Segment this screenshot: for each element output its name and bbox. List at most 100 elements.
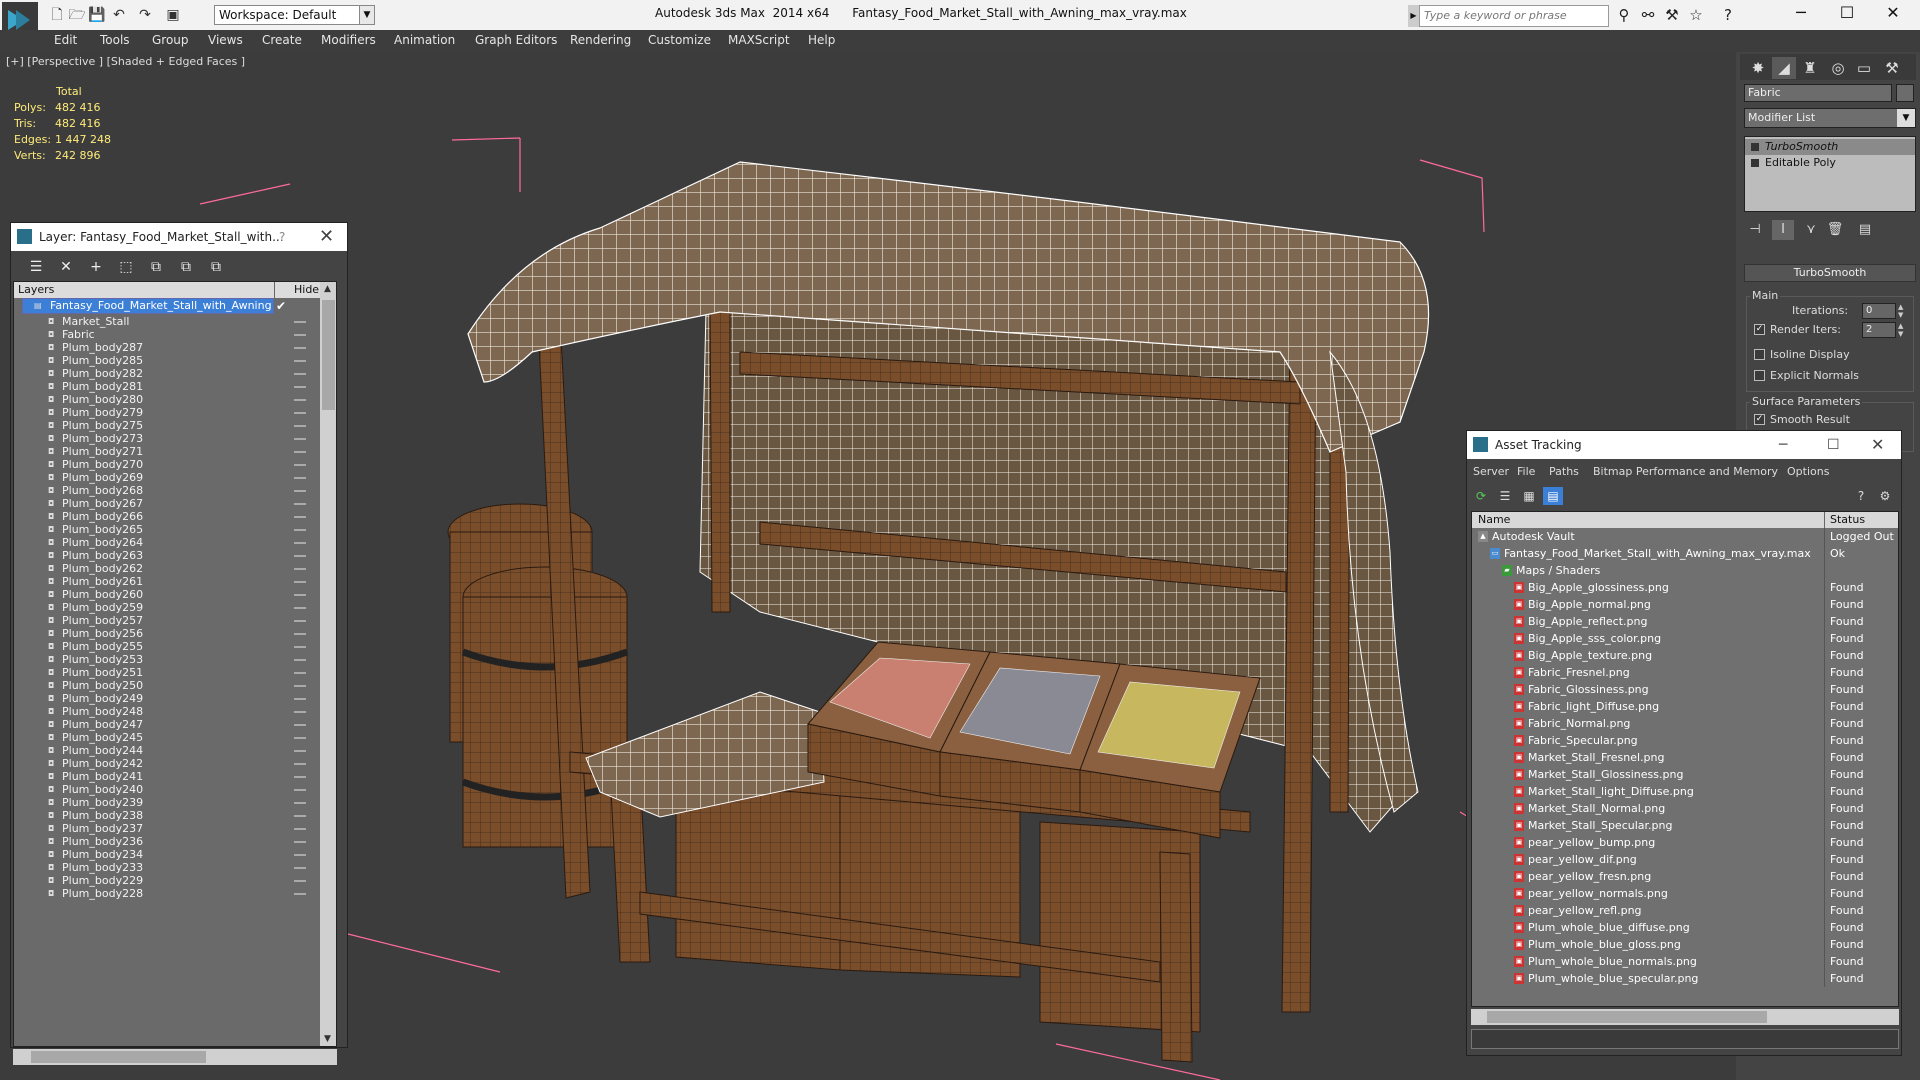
menu-paths[interactable]: Paths [1549, 465, 1579, 478]
menu-edit[interactable]: Edit [54, 33, 77, 47]
layers-column-header[interactable]: Layers [18, 282, 54, 298]
asset-row[interactable]: ▣ pear_yellow_dif.png Found [1472, 851, 1898, 868]
hide-toggle[interactable] [294, 646, 306, 648]
hide-toggle[interactable] [294, 451, 306, 453]
help-icon[interactable]: ? [1718, 6, 1738, 24]
bulb-icon[interactable] [1751, 143, 1759, 151]
asset-row[interactable]: ▭ Fantasy_Food_Market_Stall_with_Awning_m… [1472, 545, 1898, 562]
hide-toggle[interactable] [294, 386, 306, 388]
hide-toggle[interactable] [294, 360, 306, 362]
help-icon[interactable]: ? [279, 223, 285, 251]
object-color-swatch[interactable] [1896, 84, 1914, 102]
redo-icon[interactable]: ↷ [136, 6, 154, 24]
help-icon[interactable]: ? [1851, 487, 1871, 505]
spinner-arrows-icon[interactable]: ▲ ▼ [1898, 303, 1906, 319]
hide-toggle[interactable] [294, 685, 306, 687]
explicit-normals-checkbox[interactable] [1754, 370, 1765, 381]
hide-toggle[interactable] [294, 594, 306, 596]
hide-toggle[interactable] [294, 750, 306, 752]
project-folder-icon[interactable]: ▣ [164, 6, 182, 24]
hide-column-header[interactable]: Hide [294, 282, 319, 298]
hide-toggle[interactable] [294, 464, 306, 466]
spinner-arrows-icon[interactable]: ▲ ▼ [1898, 322, 1906, 338]
asset-row[interactable]: ▣ pear_yellow_fresn.png Found [1472, 868, 1898, 885]
stack-item-editable-poly[interactable]: Editable Poly [1745, 155, 1915, 171]
display-tab-icon[interactable]: ▭ [1852, 57, 1876, 79]
hide-toggle[interactable] [294, 672, 306, 674]
hide-toggle[interactable] [294, 334, 306, 336]
asset-row[interactable]: ▣ Plum_whole_blue_gloss.png Found [1472, 936, 1898, 953]
hide-toggle[interactable] [294, 477, 306, 479]
hide-toggle[interactable] [294, 490, 306, 492]
remove-modifier-icon[interactable]: 🗑 [1824, 220, 1846, 240]
layer-list-hscrollbar[interactable] [13, 1049, 337, 1065]
menu-help[interactable]: Help [808, 33, 835, 47]
render-iters-spinner[interactable]: 2 [1862, 322, 1896, 338]
subscription-icon[interactable]: ⚯ [1638, 6, 1658, 24]
asset-row[interactable]: ▣ Market_Stall_Glossiness.png Found [1472, 766, 1898, 783]
asset-tracking-titlebar[interactable]: Asset Tracking ─ ☐ ✕ [1467, 431, 1901, 459]
asset-row[interactable]: ▣ Fabric_Specular.png Found [1472, 732, 1898, 749]
menu-graph-editors[interactable]: Graph Editors [475, 33, 557, 47]
new-file-icon[interactable]: 🗋 [48, 6, 66, 24]
maximize-icon[interactable]: ☐ [1827, 431, 1840, 459]
make-unique-icon[interactable]: ⋎ [1800, 220, 1822, 240]
hide-toggle[interactable] [294, 763, 306, 765]
asset-row[interactable]: ▣ Market_Stall_Fresnel.png Found [1472, 749, 1898, 766]
hierarchy-tab-icon[interactable]: ♜ [1798, 57, 1822, 79]
hide-toggle[interactable] [294, 828, 306, 830]
search-input[interactable]: Type a keyword or phrase [1419, 5, 1609, 27]
hide-toggle[interactable] [294, 776, 306, 778]
communication-icon[interactable]: ⚒ [1662, 6, 1682, 24]
hide-toggle[interactable] [294, 347, 306, 349]
hide-toggle[interactable] [294, 529, 306, 531]
asset-row[interactable]: ▣ Plum_whole_blue_specular.png Found [1472, 970, 1898, 987]
refresh-icon[interactable]: ⟳ [1471, 487, 1491, 505]
render-iters-checkbox[interactable]: ✓ [1754, 324, 1765, 335]
asset-row[interactable]: ▣ Big_Apple_reflect.png Found [1472, 613, 1898, 630]
hide-toggle[interactable] [294, 867, 306, 869]
asset-row[interactable]: ▣ Big_Apple_glossiness.png Found [1472, 579, 1898, 596]
favorites-star-icon[interactable]: ☆ [1686, 6, 1706, 24]
layer-properties-icon[interactable]: ⧉ [205, 257, 227, 277]
menu-group[interactable]: Group [152, 33, 189, 47]
hide-toggle[interactable] [294, 880, 306, 882]
asset-row[interactable]: ▣ pear_yellow_refl.png Found [1472, 902, 1898, 919]
hide-toggle[interactable] [294, 425, 306, 427]
utilities-tab-icon[interactable]: ⚒ [1880, 57, 1904, 79]
menu-maxscript[interactable]: MAXScript [728, 33, 790, 47]
menu-animation[interactable]: Animation [394, 33, 455, 47]
search-expand-icon[interactable]: ▶ [1408, 5, 1419, 27]
chevron-down-icon[interactable]: ▼ [1897, 109, 1915, 127]
asset-row[interactable]: ▣ Big_Apple_sss_color.png Found [1472, 630, 1898, 647]
asset-row[interactable]: ▲ Autodesk Vault Logged Out [1472, 528, 1898, 545]
open-file-icon[interactable]: 🗁 [68, 6, 86, 24]
hide-toggle[interactable] [294, 633, 306, 635]
menu-options[interactable]: Options [1787, 465, 1829, 478]
layer-row[interactable]: ◘ Plum_body228 [14, 886, 320, 902]
layer-panel-titlebar[interactable]: Layer: Fantasy_Food_Market_Stall_with...… [11, 223, 347, 251]
iterations-spinner[interactable]: 0 [1862, 303, 1896, 319]
menu-views[interactable]: Views [208, 33, 243, 47]
viewport-label[interactable]: [+] [Perspective ] [Shaded + Edged Faces… [6, 55, 245, 68]
menu-file[interactable]: File [1517, 465, 1535, 478]
create-layer-icon[interactable]: + [85, 257, 107, 277]
asset-row[interactable]: ▣ Plum_whole_blue_normals.png Found [1472, 953, 1898, 970]
maximize-button[interactable]: ☐ [1824, 0, 1870, 28]
menu-modifiers[interactable]: Modifiers [321, 33, 376, 47]
hide-toggle[interactable] [294, 373, 306, 375]
list-view-icon[interactable]: ☰ [1495, 487, 1515, 505]
pin-stack-icon[interactable]: ⊣ [1744, 220, 1766, 240]
asset-row[interactable]: ▣ Fabric_light_Diffuse.png Found [1472, 698, 1898, 715]
layer-list-scrollbar[interactable]: ▲ ▼ [320, 282, 336, 1046]
hide-toggle[interactable] [294, 737, 306, 739]
hide-toggle[interactable] [294, 321, 306, 323]
turbosmooth-rollout[interactable]: TurboSmooth [1744, 264, 1916, 282]
scroll-thumb[interactable] [31, 1051, 206, 1063]
hide-toggle[interactable] [294, 893, 306, 895]
hide-toggle[interactable] [294, 399, 306, 401]
isoline-display-checkbox[interactable] [1754, 349, 1765, 360]
hide-toggle[interactable] [294, 581, 306, 583]
name-column-header[interactable]: Name [1478, 512, 1510, 528]
status-column-header[interactable]: Status [1830, 512, 1865, 528]
